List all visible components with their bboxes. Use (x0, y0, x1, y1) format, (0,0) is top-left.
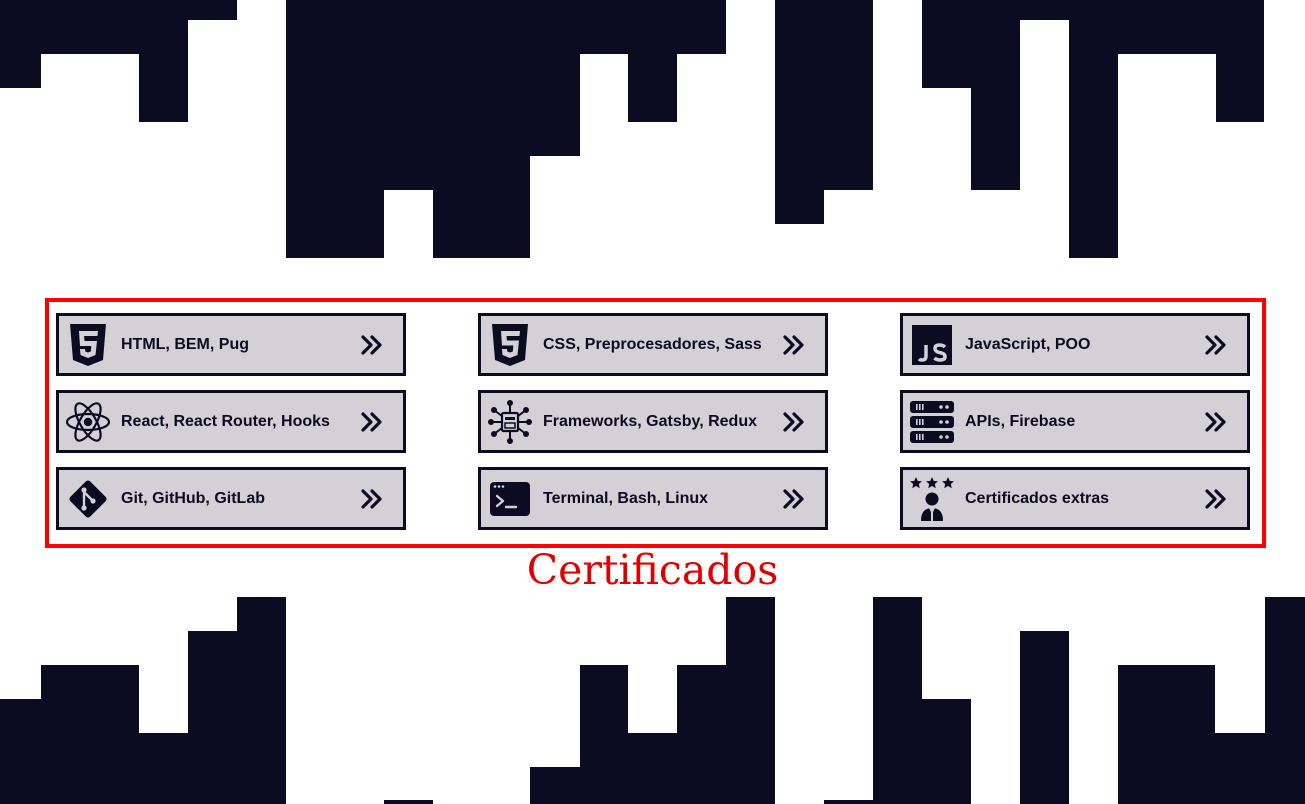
chevron-double-right-icon (781, 486, 807, 512)
react-icon (65, 399, 111, 445)
certificates-grid: HTML, BEM, Pug CSS, Preprocesadores, Sas… (56, 313, 1250, 530)
certificate-card-css[interactable]: CSS, Preprocesadores, Sass (478, 313, 828, 376)
certificate-card-frameworks[interactable]: Frameworks, Gatsby, Redux (478, 390, 828, 453)
certificate-card-git[interactable]: Git, GitHub, GitLab (56, 467, 406, 530)
certificate-card-label: Certificados extras (965, 489, 1110, 507)
certificate-card-label: APIs, Firebase (965, 412, 1076, 430)
html5-icon (65, 322, 111, 368)
chevron-double-right-icon (359, 486, 385, 512)
chevron-double-right-icon (359, 409, 385, 435)
network-chip-icon (487, 399, 533, 445)
certificate-card-label: HTML, BEM, Pug (121, 335, 249, 353)
certificate-card-label: Terminal, Bash, Linux (543, 489, 709, 507)
javascript-icon (909, 322, 955, 368)
user-stars-icon (909, 476, 955, 522)
chevron-double-right-icon (1203, 486, 1229, 512)
chevron-double-right-icon (359, 332, 385, 358)
git-icon (65, 476, 111, 522)
chevron-double-right-icon (1203, 409, 1229, 435)
css3-icon (487, 322, 533, 368)
certificate-card-label: CSS, Preprocesadores, Sass (543, 335, 762, 353)
certificate-card-react[interactable]: React, React Router, Hooks (56, 390, 406, 453)
server-icon (909, 399, 955, 445)
certificate-card-apis[interactable]: APIs, Firebase (900, 390, 1250, 453)
section-title: Certificados (526, 546, 779, 594)
certificate-card-label: React, React Router, Hooks (121, 412, 330, 430)
certificate-card-terminal[interactable]: Terminal, Bash, Linux (478, 467, 828, 530)
certificate-card-extras[interactable]: Certificados extras (900, 467, 1250, 530)
certificate-card-label: Git, GitHub, GitLab (121, 489, 265, 507)
certificate-card-html[interactable]: HTML, BEM, Pug (56, 313, 406, 376)
terminal-icon (487, 476, 533, 522)
certificate-card-label: Frameworks, Gatsby, Redux (543, 412, 757, 430)
certificate-card-label: JavaScript, POO (965, 335, 1091, 353)
certificate-card-javascript[interactable]: JavaScript, POO (900, 313, 1250, 376)
chevron-double-right-icon (1203, 332, 1229, 358)
chevron-double-right-icon (781, 409, 807, 435)
chevron-double-right-icon (781, 332, 807, 358)
